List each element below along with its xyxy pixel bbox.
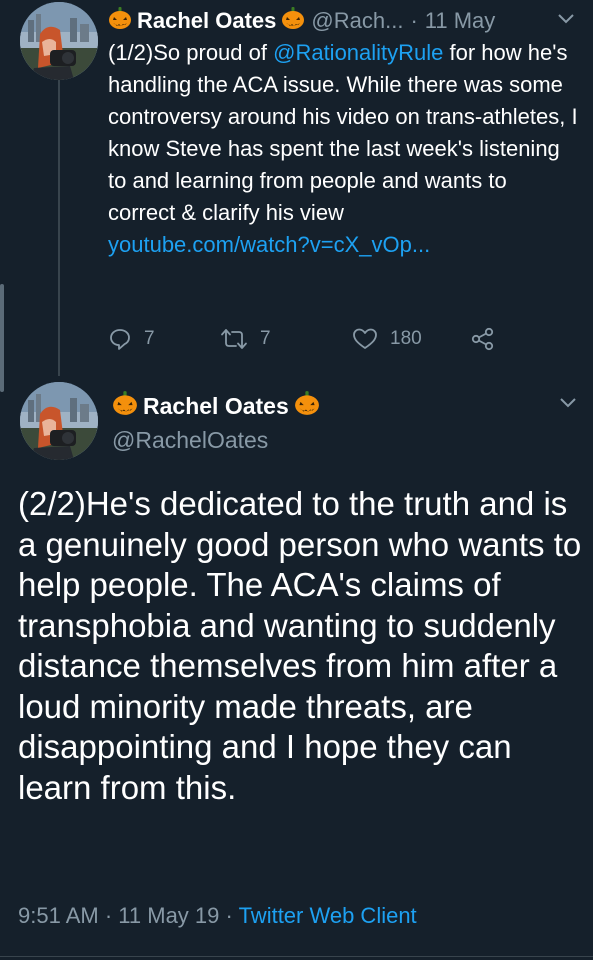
profile-photo <box>20 2 98 80</box>
avatar[interactable] <box>20 382 98 460</box>
thread-connector-line <box>58 76 60 376</box>
scroll-indicator[interactable] <box>0 284 4 392</box>
retweet-button[interactable]: 7 <box>220 324 271 354</box>
tweet1-header: Rachel Oates @Rach... · 11 May <box>108 6 588 36</box>
tweet1-text-rest: for how he's handling the ACA issue. Whi… <box>108 40 578 225</box>
separator-dot: · <box>225 903 233 928</box>
tweet1-handle[interactable]: @Rach... <box>311 8 403 34</box>
retweet-count: 7 <box>260 328 271 349</box>
separator-dot: · <box>410 8 418 33</box>
tweet1-text: (1/2)So proud of @RationalityRule for ho… <box>108 37 578 261</box>
tweet1-display-name[interactable]: Rachel Oates <box>137 8 276 34</box>
jack-o-lantern-icon <box>108 6 132 36</box>
avatar[interactable] <box>20 2 98 80</box>
tweet2-text: (2/2)He's dedicated to the truth and is … <box>18 485 582 806</box>
tweet2-name-row: Rachel Oates <box>112 390 320 422</box>
jack-o-lantern-icon <box>112 390 138 422</box>
profile-photo <box>20 382 98 460</box>
twitter-thread-screen: Rachel Oates @Rach... · 11 May (1/2)So p… <box>0 0 593 960</box>
tweet1-text-start: (1/2)So proud of <box>108 40 274 65</box>
tweet2-handle[interactable]: @RachelOates <box>112 427 268 454</box>
tweet2-display-name[interactable]: Rachel Oates <box>143 393 289 420</box>
tweet1-actions: 7 7 180 <box>108 324 528 354</box>
reply-count: 7 <box>144 328 155 349</box>
heart-icon <box>353 328 377 349</box>
mention-link[interactable]: @RationalityRule <box>273 40 443 65</box>
share-icon <box>471 327 494 351</box>
tweet2-time: 9:51 AM <box>18 903 99 928</box>
tweet2-meta: 9:51 AM · 11 May 19 · Twitter Web Client <box>18 903 417 929</box>
like-button[interactable]: 180 <box>352 324 422 354</box>
youtube-link[interactable]: youtube.com/watch?v=cX_vOp... <box>108 232 430 257</box>
jack-o-lantern-icon <box>294 390 320 422</box>
divider <box>0 956 593 957</box>
chevron-down-icon[interactable] <box>558 396 578 415</box>
tweet1-date[interactable]: 11 May <box>425 8 496 34</box>
client-link[interactable]: Twitter Web Client <box>239 903 417 928</box>
reply-icon <box>110 329 130 350</box>
reply-button[interactable]: 7 <box>108 324 155 354</box>
chevron-down-icon[interactable] <box>556 12 576 31</box>
tweet2-date: 11 May 19 <box>118 903 220 928</box>
jack-o-lantern-icon <box>281 6 305 36</box>
share-button[interactable] <box>470 324 496 354</box>
retweet-icon <box>221 329 247 349</box>
separator-dot: · <box>104 903 113 928</box>
like-count: 180 <box>390 328 422 349</box>
